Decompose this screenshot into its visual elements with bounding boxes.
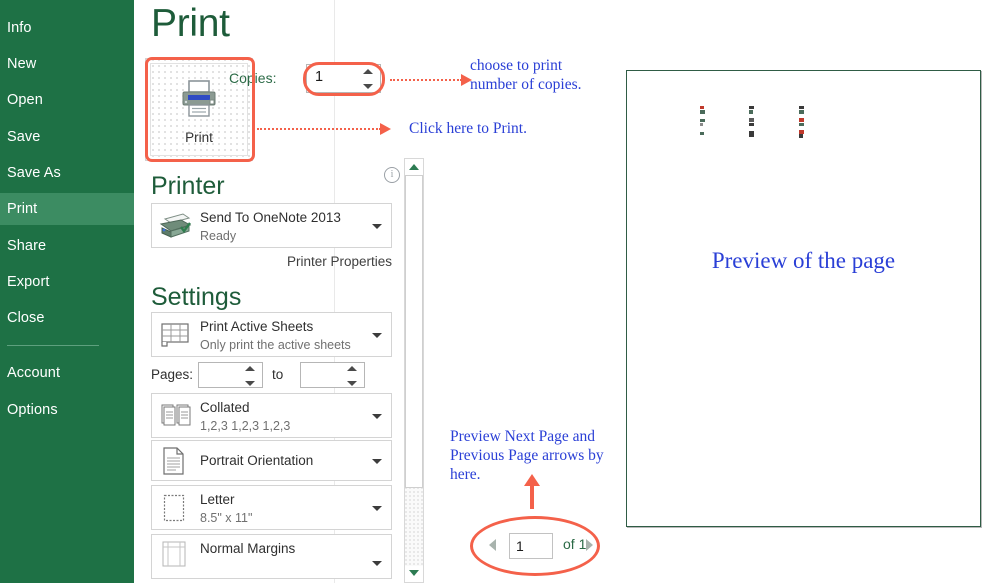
sidebar-item-save-as[interactable]: Save As (0, 157, 134, 189)
preview-cell (700, 125, 707, 135)
settings-heading: Settings (151, 283, 242, 311)
next-page-arrow-icon[interactable] (586, 539, 593, 551)
spinner-down-icon[interactable] (363, 84, 373, 89)
printer-heading: Printer (151, 172, 225, 200)
pages-from-stepper[interactable] (245, 364, 256, 388)
annotation-arrow-print-head (380, 123, 391, 135)
chevron-down-icon[interactable] (372, 332, 382, 338)
setting-print-range[interactable]: Print Active Sheets Only print the activ… (151, 312, 392, 357)
copies-input[interactable]: 1 (306, 64, 381, 93)
chevron-down-icon[interactable] (372, 561, 382, 566)
preview-cell (798, 101, 806, 114)
annotation-arrow-pagenav-head (524, 474, 540, 486)
chevron-down-icon[interactable] (372, 505, 382, 511)
spinner-up-icon[interactable] (347, 366, 357, 371)
setting-collation[interactable]: Collated 1,2,3 1,2,3 1,2,3 (151, 393, 392, 438)
paper-size-icon (163, 494, 186, 528)
printer-device-icon (159, 211, 193, 246)
setting-print-range-subtitle: Only print the active sheets (200, 338, 351, 352)
spinner-down-icon[interactable] (347, 381, 357, 386)
copies-stepper[interactable] (363, 67, 374, 91)
chevron-down-icon[interactable] (372, 223, 382, 229)
preview-cell (798, 113, 806, 126)
sidebar-item-open[interactable]: Open (0, 84, 134, 116)
backstage-sidebar: Info New Open Save Save As Print Share E… (0, 0, 134, 583)
orientation-icon (162, 447, 186, 481)
annotation-copies-text: choose to print number of copies. (470, 57, 582, 93)
annotation-print-text: Click here to Print. (409, 120, 527, 137)
setting-orientation[interactable]: Portrait Orientation (151, 440, 392, 481)
preview-caption: Preview of the page (711, 248, 896, 273)
chevron-down-icon[interactable] (372, 458, 382, 464)
preview-cell (700, 113, 707, 126)
sidebar-item-options[interactable]: Options (0, 394, 134, 426)
pages-from-input[interactable] (198, 362, 263, 388)
spinner-down-icon[interactable] (245, 381, 255, 386)
page-title: Print (151, 2, 230, 45)
copies-label: Copies: (229, 70, 277, 86)
pages-to-input[interactable] (300, 362, 365, 388)
page-navigation: 1 of 1 (471, 533, 611, 559)
scroll-down-icon[interactable] (405, 566, 423, 582)
sidebar-item-print[interactable]: Print (0, 193, 134, 225)
printer-properties-link[interactable]: Printer Properties (287, 254, 392, 269)
setting-margins[interactable]: Normal Margins (151, 534, 392, 579)
setting-orientation-title: Portrait Orientation (200, 453, 314, 468)
scroll-up-icon[interactable] (405, 159, 423, 175)
setting-collation-subtitle: 1,2,3 1,2,3 1,2,3 (200, 419, 291, 433)
spinner-up-icon[interactable] (363, 69, 373, 74)
print-preview-page[interactable]: Preview of the page (626, 70, 981, 527)
printer-status: Ready (200, 229, 237, 243)
sidebar-divider (7, 345, 99, 346)
setting-paper-size[interactable]: Letter 8.5" x 11" (151, 485, 392, 530)
page-count-label: of 1 (563, 536, 587, 552)
printer-name: Send To OneNote 2013 (200, 210, 341, 225)
print-button-label: Print (185, 130, 213, 145)
settings-scrollbar[interactable] (404, 158, 424, 583)
printer-select[interactable]: Send To OneNote 2013 Ready (151, 203, 392, 248)
sidebar-item-save[interactable]: Save (0, 121, 134, 153)
preview-cell (798, 125, 806, 138)
spinner-up-icon[interactable] (245, 366, 255, 371)
margins-icon (162, 541, 187, 573)
annotation-arrow-pagenav-line (530, 483, 534, 509)
sidebar-item-account[interactable]: Account (0, 357, 134, 389)
sidebar-item-new[interactable]: New (0, 48, 134, 80)
scrollbar-thumb[interactable] (405, 175, 423, 488)
pages-label: Pages: (151, 367, 194, 382)
preview-cell (700, 101, 707, 114)
copies-value: 1 (315, 69, 324, 85)
previous-page-arrow-icon[interactable] (489, 539, 496, 551)
printer-icon (177, 79, 221, 124)
sidebar-item-close[interactable]: Close (0, 302, 134, 334)
preview-cell (749, 125, 756, 137)
annotation-arrow-print-line (257, 128, 381, 130)
chevron-down-icon[interactable] (372, 413, 382, 419)
preview-cell (749, 113, 756, 126)
sheet-grid-icon (161, 322, 191, 354)
setting-print-range-title: Print Active Sheets (200, 319, 314, 334)
collate-icon (161, 404, 191, 434)
sidebar-item-share[interactable]: Share (0, 230, 134, 262)
info-icon[interactable]: i (384, 167, 400, 183)
preview-cell (749, 101, 756, 114)
current-page-input[interactable]: 1 (509, 533, 553, 559)
sidebar-item-info[interactable]: Info (0, 12, 134, 44)
annotation-arrow-copies-line (390, 79, 462, 81)
preview-cell-content (700, 101, 844, 138)
setting-collation-title: Collated (200, 400, 250, 415)
setting-paper-size-title: Letter (200, 492, 235, 507)
pages-to-label: to (272, 367, 284, 382)
setting-margins-title: Normal Margins (200, 541, 296, 556)
pages-to-stepper[interactable] (347, 364, 358, 388)
sidebar-item-export[interactable]: Export (0, 266, 134, 298)
setting-paper-size-subtitle: 8.5" x 11" (200, 511, 253, 525)
